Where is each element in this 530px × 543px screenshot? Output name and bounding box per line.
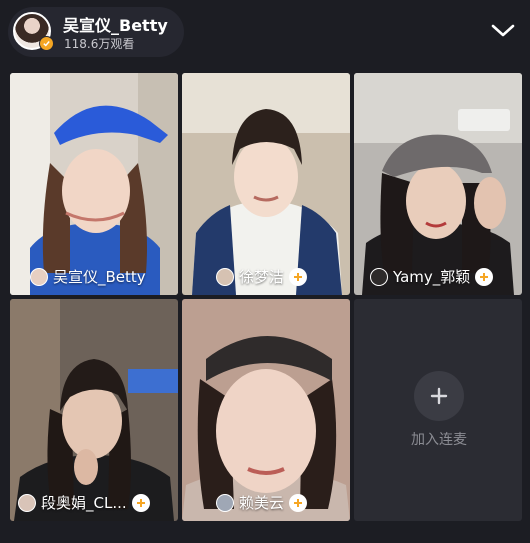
guest-avatar-2[interactable] — [216, 267, 234, 286]
guest-name-5: 赖美云 — [239, 494, 285, 512]
guest-label-5: 赖美云 — [216, 492, 308, 513]
guest-name-2: 徐梦洁 — [239, 268, 285, 286]
guest-name-3: Yamy_郭颖 — [393, 268, 471, 286]
guest-name-4: 段奥娟_CL... — [41, 494, 127, 512]
guest-tile-2[interactable]: 徐梦洁 — [182, 73, 350, 295]
plus-icon — [136, 498, 145, 507]
guest-avatar-4[interactable] — [18, 493, 36, 512]
chevron-down-icon[interactable] — [490, 22, 516, 40]
guest-video-3 — [354, 73, 522, 295]
follow-button-2[interactable] — [289, 267, 308, 286]
plus-icon — [294, 498, 303, 507]
guest-tile-5[interactable]: 赖美云 — [182, 299, 350, 521]
guest-video-5 — [182, 299, 350, 521]
guest-avatar-1[interactable] — [30, 267, 48, 286]
plus-icon — [294, 272, 303, 281]
guest-tile-3[interactable]: Yamy_郭颖 — [354, 73, 522, 295]
guest-label-4: 段奥娟_CL... — [18, 492, 150, 513]
follow-button-5[interactable] — [289, 493, 308, 512]
guest-tile-4[interactable]: 段奥娟_CL... — [10, 299, 178, 521]
guest-label-3: Yamy_郭颖 — [370, 266, 494, 287]
guest-video-4 — [10, 299, 178, 521]
follow-button-3[interactable] — [475, 267, 494, 286]
join-mic-button[interactable] — [414, 371, 464, 421]
follow-button-4[interactable] — [131, 493, 150, 512]
join-mic-slot[interactable]: 加入连麦 — [354, 299, 522, 521]
guest-tile-1[interactable]: 吴宣仪_Betty — [10, 73, 178, 295]
guest-video-2 — [182, 73, 350, 295]
guest-video-1 — [10, 73, 178, 295]
verified-badge-icon — [39, 36, 54, 51]
plus-icon — [480, 272, 489, 281]
guest-name-1: 吴宣仪_Betty — [53, 268, 146, 286]
viewer-count: 118.6万观看 — [64, 37, 135, 51]
guest-label-2: 徐梦洁 — [216, 266, 308, 287]
guest-avatar-3[interactable] — [370, 267, 388, 286]
join-mic-label: 加入连麦 — [411, 432, 467, 448]
live-room-screen: 吴宣仪_Betty 118.6万观看 吴宣仪_Betty 徐梦洁 Yamy_郭颖… — [0, 0, 530, 543]
host-name: 吴宣仪_Betty — [63, 16, 168, 35]
guest-avatar-5[interactable] — [216, 493, 234, 512]
plus-icon — [430, 387, 448, 405]
guest-label-1: 吴宣仪_Betty — [30, 266, 146, 287]
